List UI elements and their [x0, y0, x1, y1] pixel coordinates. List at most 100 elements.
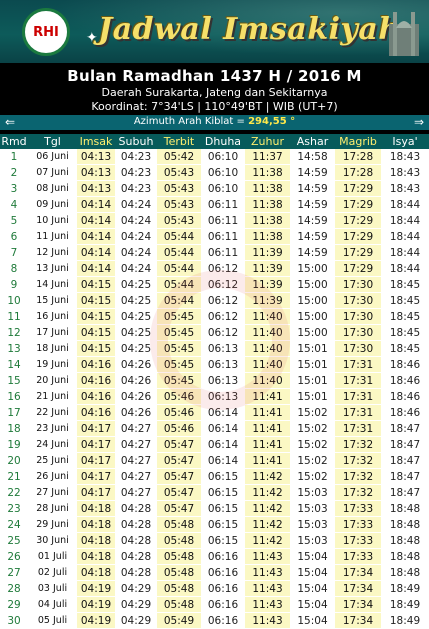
- table-cell: 09 Juni: [28, 196, 77, 213]
- table-cell: 04:27: [115, 420, 157, 437]
- coordinates-text: Koordinat: 7°34'LS | 110°49'BT | WIB (UT…: [91, 100, 338, 113]
- table-cell: 25 Juni: [28, 452, 77, 469]
- table-cell: 06:11: [201, 196, 245, 213]
- table-cell: 22: [0, 484, 28, 501]
- table-cell: 27 Juni: [28, 484, 77, 501]
- table-cell: 26 Juni: [28, 468, 77, 485]
- table-cell: 15:03: [290, 500, 335, 517]
- table-cell: 18:48: [381, 564, 429, 581]
- table-cell: 12 Juni: [28, 244, 77, 261]
- table-cell: 17:32: [335, 484, 381, 501]
- table-cell: 15:02: [290, 468, 335, 485]
- table-row: 28 03 Juli 04:19 04:29 05:48 06:16 11:43 15:04 1…: [0, 580, 429, 597]
- table-cell: 17:31: [335, 404, 381, 421]
- table-cell: 18:46: [381, 404, 429, 421]
- table-row: 30 05 Juli 04:19 04:29 05:49 06:16 11:43 15:04 1…: [0, 612, 429, 629]
- table-cell: 14:59: [290, 196, 335, 213]
- table-header-row: Rmd Tgl Imsak Subuh Terbit Dhuha Zuhur Ashar Mag…: [0, 134, 429, 149]
- table-cell: 04:29: [115, 612, 157, 629]
- table-cell: 1: [0, 149, 28, 165]
- table-cell: 18:44: [381, 260, 429, 277]
- table-cell: 16: [0, 388, 28, 405]
- table-cell: 17:29: [335, 180, 381, 197]
- table-cell: 08 Juni: [28, 180, 77, 197]
- table-row: 23 28 Juni 04:18 04:28 05:47 06:15 11:42 15:03 1…: [0, 500, 429, 517]
- table-cell: 06:11: [201, 244, 245, 261]
- table-cell: 18:48: [381, 532, 429, 549]
- table-cell: 04:26: [115, 404, 157, 421]
- table-cell: 18:46: [381, 356, 429, 373]
- table-cell: 17:32: [335, 468, 381, 485]
- table-cell: 04:25: [115, 324, 157, 341]
- table-cell: 11:41: [245, 388, 290, 405]
- table-cell: 06:13: [201, 340, 245, 357]
- table-cell: 17:28: [335, 149, 381, 165]
- column-header: Dhuha: [201, 134, 245, 149]
- table-cell: 14:59: [290, 244, 335, 261]
- table-cell: 17:31: [335, 420, 381, 437]
- table-cell: 18:47: [381, 468, 429, 485]
- column-header: Zuhur: [245, 134, 290, 149]
- table-cell: 17:31: [335, 372, 381, 389]
- mosque-icon: [389, 12, 419, 56]
- table-cell: 06:10: [201, 164, 245, 181]
- table-cell: 07 Juni: [28, 164, 77, 181]
- table-cell: 15:02: [290, 404, 335, 421]
- table-cell: 06:15: [201, 500, 245, 517]
- column-header: Terbit: [157, 134, 201, 149]
- table-cell: 04:15: [77, 340, 115, 357]
- table-cell: 06:10: [201, 149, 245, 165]
- column-header: Subuh: [115, 134, 157, 149]
- schedule-table: Rmd Tgl Imsak Subuh Terbit Dhuha Zuhur Ashar Mag…: [0, 134, 429, 629]
- table-cell: 04:19: [77, 612, 115, 629]
- table-cell: 04:23: [115, 149, 157, 165]
- table-cell: 05 Juli: [28, 612, 77, 629]
- table-row: 5 10 Juni 04:14 04:24 05:43 06:11 11:38 14:59 17…: [0, 212, 429, 229]
- table-cell: 15: [0, 372, 28, 389]
- table-row: 18 23 Juni 04:17 04:27 05:46 06:14 11:41 15:02 1…: [0, 420, 429, 437]
- table-cell: 04:27: [115, 468, 157, 485]
- table-cell: 04:17: [77, 484, 115, 501]
- table-cell: 04:24: [115, 260, 157, 277]
- table-row: 25 30 Juni 04:18 04:28 05:48 06:15 11:42 15:03 1…: [0, 532, 429, 549]
- table-cell: 06:15: [201, 516, 245, 533]
- table-cell: 04:17: [77, 452, 115, 469]
- kiblat-bar: ⇐ Azimuth Arah Kiblat = 294,55 ° ⇒: [0, 115, 429, 130]
- table-cell: 05:44: [157, 260, 201, 277]
- table-cell: 04:16: [77, 404, 115, 421]
- table-cell: 15:00: [290, 292, 335, 309]
- table-cell: 18:48: [381, 500, 429, 517]
- table-cell: 23: [0, 500, 28, 517]
- table-cell: 28: [0, 580, 28, 597]
- table-row: 9 14 Juni 04:15 04:25 05:44 06:12 11:39 15:00 17…: [0, 276, 429, 293]
- table-cell: 04:28: [115, 532, 157, 549]
- table-cell: 04:28: [115, 548, 157, 565]
- table-cell: 18:44: [381, 244, 429, 261]
- table-row: 19 24 Juni 04:17 04:27 05:47 06:14 11:41 15:02 1…: [0, 436, 429, 453]
- table-cell: 20: [0, 452, 28, 469]
- table-cell: 15:02: [290, 436, 335, 453]
- table-cell: 04:15: [77, 324, 115, 341]
- table-cell: 23 Juni: [28, 420, 77, 437]
- table-cell: 9: [0, 276, 28, 293]
- table-cell: 04:15: [77, 276, 115, 293]
- table-cell: 18:46: [381, 388, 429, 405]
- table-cell: 11:40: [245, 356, 290, 373]
- arrow-right-icon[interactable]: ⇒: [414, 115, 424, 129]
- table-cell: 14: [0, 356, 28, 373]
- table-cell: 04:23: [115, 164, 157, 181]
- table-cell: 06:11: [201, 228, 245, 245]
- table-cell: 17:34: [335, 612, 381, 629]
- kiblat-label: Azimuth Arah Kiblat =: [133, 116, 249, 127]
- table-row: 2 07 Juni 04:13 04:23 05:43 06:10 11:38 14:59 17…: [0, 164, 429, 181]
- table-cell: 06 Juni: [28, 149, 77, 165]
- table-cell: 17:29: [335, 212, 381, 229]
- table-cell: 11:41: [245, 452, 290, 469]
- table-cell: 04:26: [115, 388, 157, 405]
- table-cell: 05:43: [157, 212, 201, 229]
- table-cell: 17:30: [335, 292, 381, 309]
- table-cell: 11:39: [245, 292, 290, 309]
- table-cell: 04:14: [77, 244, 115, 261]
- table-cell: 05:48: [157, 532, 201, 549]
- table-cell: 02 Juli: [28, 564, 77, 581]
